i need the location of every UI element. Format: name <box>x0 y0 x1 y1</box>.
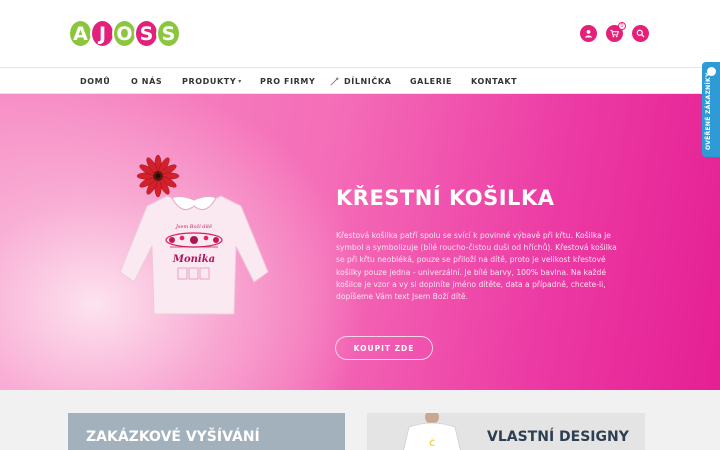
hero-title: KŘESTNÍ KOŠILKA <box>336 186 555 210</box>
search-glyph <box>636 29 645 38</box>
nav-item-domu[interactable]: DOMŮ <box>80 68 110 94</box>
search-icon[interactable] <box>632 25 649 42</box>
svg-text:Č: Č <box>429 437 435 448</box>
chevron-down-icon: ▾ <box>238 77 242 85</box>
promo-title: VLASTNÍ DESIGNY <box>487 429 629 445</box>
site-header: A J O S S 0 <box>0 0 720 67</box>
side-tab-label: OVĚŘENÉ ZÁKAZNÍKY <box>705 72 712 150</box>
page: A J O S S 0 DOMŮ O NÁS PRODUKTY ▾ PRO FI… <box>0 0 720 450</box>
user-glyph <box>585 29 592 38</box>
cart-icon[interactable]: 0 <box>606 22 626 42</box>
nav-label: PRODUKTY <box>182 76 237 86</box>
nav-label: PRO FIRMY <box>260 76 316 86</box>
user-icon[interactable] <box>580 25 597 42</box>
nav-label: O NÁS <box>131 76 163 86</box>
main-nav: DOMŮ O NÁS PRODUKTY ▾ PRO FIRMY DÍLNIČKA… <box>0 67 720 94</box>
nav-label: DÍLNIČKA <box>344 76 392 86</box>
own-designs-promo[interactable]: Č VLASTNÍ DESIGNY <box>367 413 645 450</box>
svg-text:Jsem Boží dítě: Jsem Boží dítě <box>175 223 212 230</box>
person-tshirt-image: Č <box>403 413 461 450</box>
needle-icon <box>330 77 339 85</box>
nav-item-kontakt[interactable]: KONTAKT <box>471 68 517 94</box>
cart-glyph <box>610 29 619 38</box>
nav-item-galerie[interactable]: GALERIE <box>410 68 452 94</box>
nav-label: GALERIE <box>410 76 453 86</box>
buy-here-button[interactable]: KOUPIT ZDE <box>335 336 433 360</box>
custom-embroidery-promo[interactable]: ZAKÁZKOVÉ VYŠÍVÁNÍ <box>68 413 345 450</box>
nav-item-pro-firmy[interactable]: PRO FIRMY <box>260 68 315 94</box>
logo-letter: S <box>156 19 181 48</box>
hero-banner: Jsem Boží dítě Monika KŘESTNÍ KOŠILKA Kř… <box>0 94 720 390</box>
header-icons: 0 <box>580 22 649 42</box>
promo-title: ZAKÁZKOVÉ VYŠÍVÁNÍ <box>86 429 260 445</box>
nav-label: KONTAKT <box>471 76 518 86</box>
verified-customers-tab[interactable]: OVĚŘENÉ ZÁKAZNÍKY <box>702 62 720 157</box>
nav-item-dilnicka[interactable]: DÍLNIČKA <box>330 68 391 94</box>
nav-item-produkty[interactable]: PRODUKTY ▾ <box>182 68 242 94</box>
red-flower-icon <box>136 154 180 198</box>
nav-item-o-nas[interactable]: O NÁS <box>131 68 162 94</box>
cart-count-badge: 0 <box>618 22 626 30</box>
hero-description: Křestová košilka patří spolu se svící k … <box>336 231 617 302</box>
nav-label: DOMŮ <box>80 76 111 86</box>
shirt-name-text: Monika <box>172 254 215 265</box>
ajoss-logo[interactable]: A J O S S <box>68 19 181 48</box>
christening-shirt-image: Jsem Boží dítě Monika <box>112 154 272 324</box>
